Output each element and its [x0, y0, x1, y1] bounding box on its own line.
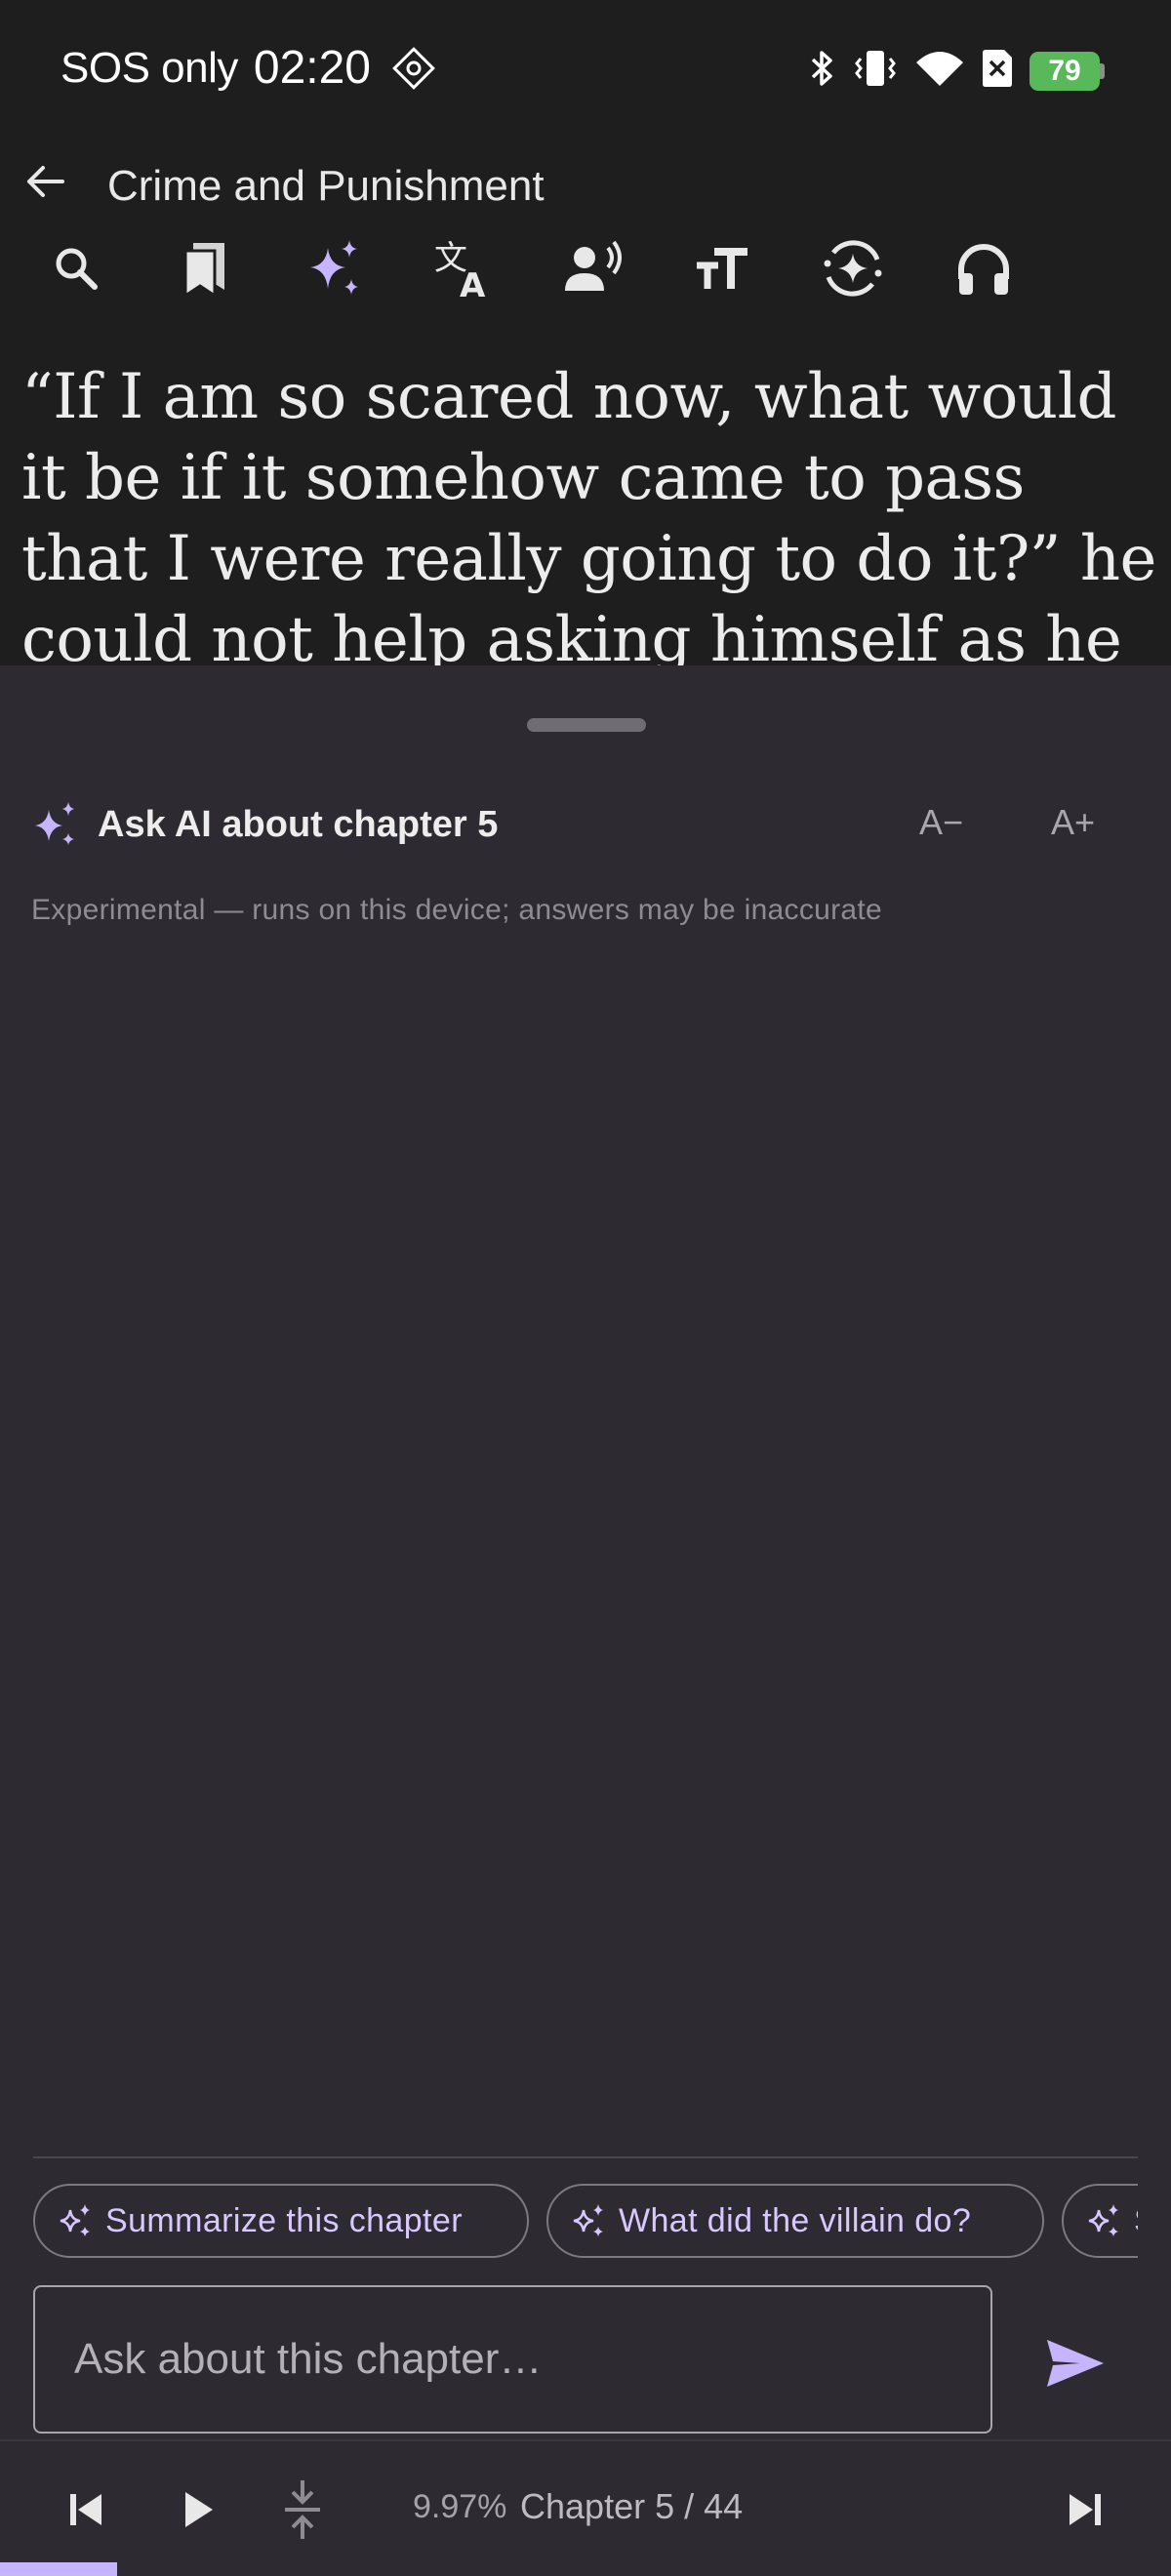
lens-icon[interactable]	[814, 229, 892, 307]
question-input[interactable]	[35, 2287, 990, 2432]
dnd-icon	[392, 46, 435, 90]
send-icon	[1047, 2340, 1104, 2387]
sheet-header: Ask AI about chapter 5 A− A+	[31, 800, 1144, 868]
back-arrow-icon	[27, 166, 64, 197]
next-chapter-button[interactable]	[1054, 2478, 1116, 2541]
text-size-icon[interactable]	[684, 229, 762, 307]
progress-percent: 9.97%	[413, 2488, 507, 2525]
skip-previous-icon	[70, 2494, 101, 2525]
reader-toolbar: 文A	[0, 229, 1171, 317]
sparkle-icon	[60, 2204, 90, 2236]
drag-handle[interactable]	[527, 718, 646, 732]
ai-chat-sheet: Ask AI about chapter 5 A− A+ Experimenta…	[0, 665, 1171, 2439]
status-left: SOS only 02:20	[61, 41, 435, 95]
sparkle-icon	[31, 800, 80, 849]
translate-icon[interactable]: 文A	[425, 229, 504, 307]
font-increase-button[interactable]: A+	[1051, 802, 1095, 843]
status-right: 79	[807, 49, 1105, 93]
voice-read-icon[interactable]	[554, 229, 632, 307]
ai-sparkle-icon[interactable]	[296, 229, 374, 307]
vibrate-icon	[852, 49, 899, 93]
book-text: “If I am so scared now, what would it be…	[21, 361, 1156, 665]
book-page[interactable]: “If I am so scared now, what would it be…	[0, 332, 1171, 665]
svg-text:A: A	[460, 266, 486, 301]
book-title: Crime and Punishment	[107, 162, 545, 210]
sparkle-icon	[573, 2204, 603, 2236]
chip-label: S	[1134, 2202, 1138, 2240]
chapter-indicator: Chapter 5 / 44	[520, 2486, 744, 2526]
reading-progress-bar	[0, 2562, 117, 2576]
send-button[interactable]	[1036, 2324, 1114, 2402]
suggestion-chip-villain[interactable]: What did the villain do?	[546, 2184, 1044, 2258]
status-bar: SOS only 02:20 79	[0, 0, 1171, 137]
suggestion-chip-summarize[interactable]: Summarize this chapter	[33, 2184, 529, 2258]
previous-chapter-button[interactable]	[55, 2478, 117, 2541]
chip-label: What did the villain do?	[619, 2201, 972, 2239]
bookmarks-icon[interactable]	[166, 229, 244, 307]
app-header: Crime and Punishment 文A	[0, 137, 1171, 332]
bluetooth-icon	[807, 49, 836, 93]
suggestion-chips: Summarize this chapter What did the vill…	[33, 2184, 1138, 2260]
battery-icon: 79	[1030, 51, 1105, 91]
sheet-title: Ask AI about chapter 5	[98, 804, 499, 845]
skip-next-icon	[1070, 2494, 1101, 2525]
chip-label: Summarize this chapter	[105, 2201, 463, 2239]
disclaimer-text: Experimental — runs on this device; answ…	[31, 894, 883, 926]
wifi-icon	[914, 49, 965, 93]
back-button[interactable]	[20, 156, 70, 207]
collapse-icon	[285, 2480, 320, 2539]
reader-bottom-nav: 9.97% Chapter 5 / 44	[0, 2439, 1171, 2576]
play-button[interactable]	[166, 2478, 228, 2541]
carrier-text: SOS only	[61, 43, 238, 92]
play-icon	[185, 2492, 213, 2527]
no-sim-icon	[981, 49, 1014, 93]
collapse-button[interactable]	[271, 2478, 334, 2541]
clock: 02:20	[253, 42, 371, 94]
headphones-icon[interactable]	[945, 229, 1023, 307]
battery-level: 79	[1030, 51, 1100, 91]
divider	[33, 2156, 1138, 2158]
suggestion-chip-more[interactable]: S	[1062, 2184, 1138, 2258]
search-icon[interactable]	[37, 229, 115, 307]
sparkle-icon	[1088, 2204, 1118, 2236]
question-input-box[interactable]	[33, 2285, 992, 2434]
font-decrease-button[interactable]: A−	[919, 802, 963, 843]
